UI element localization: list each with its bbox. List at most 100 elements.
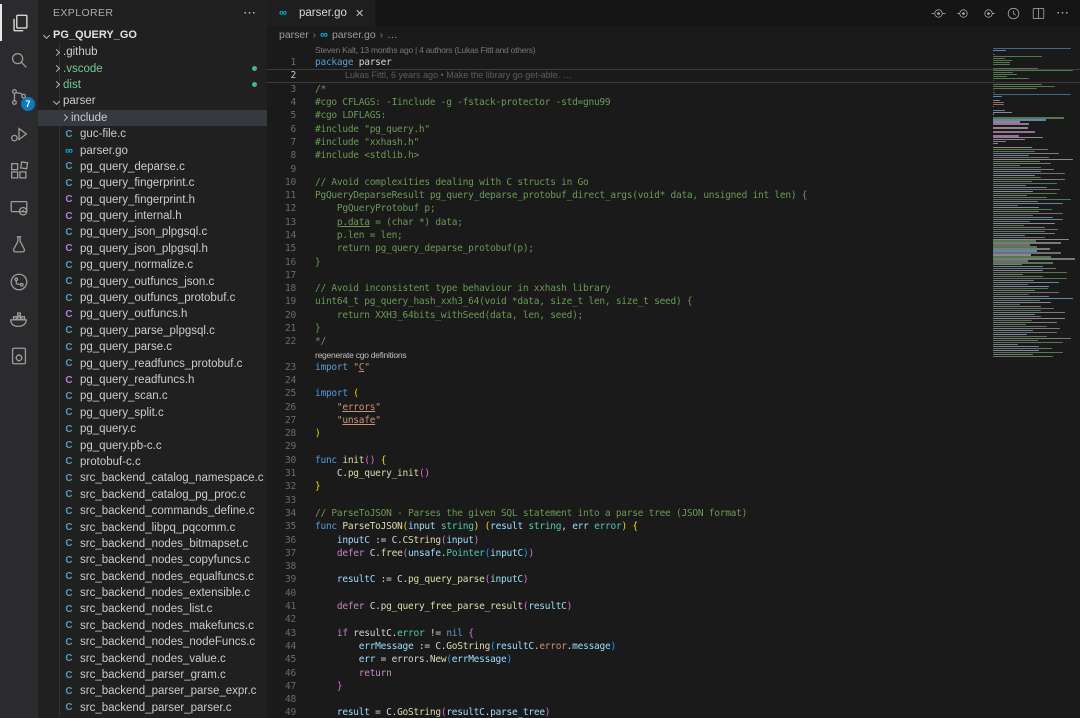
codelens-cgo[interactable]: regenerate cgo definitions — [267, 349, 1080, 361]
open-changes-prev-icon[interactable] — [931, 6, 946, 21]
tree-file-pg_query_outfuncs.h[interactable]: Cpg_query_outfuncs.h — [38, 306, 267, 322]
code-line-7[interactable]: 7#include "xxhash.h" — [267, 136, 1080, 149]
code-line-42[interactable]: 42 — [267, 613, 1080, 626]
tree-file-src_backend_catalog_namespace.c[interactable]: Csrc_backend_catalog_namespace.c — [38, 470, 267, 486]
tree-folder-.vscode[interactable]: .vscode — [38, 60, 267, 76]
tree-file-src_backend_nodes_bitmapset.c[interactable]: Csrc_backend_nodes_bitmapset.c — [38, 536, 267, 552]
tree-file-src_backend_parser_parse_expr.c[interactable]: Csrc_backend_parser_parse_expr.c — [38, 683, 267, 699]
tree-file-src_backend_commands_define.c[interactable]: Csrc_backend_commands_define.c — [38, 503, 267, 519]
code-line-20[interactable]: 20 return XXH3_64bits_withSeed(data, len… — [267, 309, 1080, 322]
settings-file-icon[interactable] — [0, 337, 38, 374]
tree-file-pg_query_outfuncs_protobuf.c[interactable]: Cpg_query_outfuncs_protobuf.c — [38, 290, 267, 306]
tree-file-src_backend_parser_gram.c[interactable]: Csrc_backend_parser_gram.c — [38, 667, 267, 683]
tree-file-src_backend_nodes_nodeFuncs.c[interactable]: Csrc_backend_nodes_nodeFuncs.c — [38, 634, 267, 650]
code-line-32[interactable]: 32} — [267, 480, 1080, 493]
tree-file-pg_query_fingerprint.h[interactable]: Cpg_query_fingerprint.h — [38, 192, 267, 208]
code-line-25[interactable]: 25import ( — [267, 387, 1080, 400]
code-line-14[interactable]: 14 p.len = len; — [267, 229, 1080, 242]
tree-file-src_backend_nodes_list.c[interactable]: Csrc_backend_nodes_list.c — [38, 601, 267, 617]
tree-file-pg_query.pb-c.c[interactable]: Cpg_query.pb-c.c — [38, 437, 267, 453]
code-line-37[interactable]: 37 defer C.free(unsafe.Pointer(inputC)) — [267, 547, 1080, 560]
project-root-folder[interactable]: PG_QUERY_GO — [38, 26, 267, 44]
tree-file-src_backend_nodes_makefuncs.c[interactable]: Csrc_backend_nodes_makefuncs.c — [38, 618, 267, 634]
code-line-44[interactable]: 44 errMessage := C.GoString(resultC.erro… — [267, 640, 1080, 653]
tree-file-pg_query_json_plpgsql.h[interactable]: Cpg_query_json_plpgsql.h — [38, 241, 267, 257]
tree-folder-.github[interactable]: .github — [38, 44, 267, 60]
code-line-19[interactable]: 19uint64_t pg_query_hash_xxh3_64(void *d… — [267, 295, 1080, 308]
code-line-33[interactable]: 33 — [267, 494, 1080, 507]
code-line-35[interactable]: 35func ParseToJSON(input string) (result… — [267, 520, 1080, 533]
source-control-icon[interactable]: 7 — [0, 78, 38, 115]
tree-file-pg_query_fingerprint.c[interactable]: Cpg_query_fingerprint.c — [38, 175, 267, 191]
code-line-13[interactable]: 13 p.data = (char *) data; — [267, 216, 1080, 229]
explorer-icon[interactable] — [0, 4, 38, 41]
testing-icon[interactable] — [0, 226, 38, 263]
tree-file-pg_query_split.c[interactable]: Cpg_query_split.c — [38, 405, 267, 421]
code-editor[interactable]: Steven Kalt, 13 months ago | 4 authors (… — [267, 44, 1080, 718]
code-line-16[interactable]: 16} — [267, 255, 1080, 268]
split-editor-icon[interactable] — [1031, 6, 1046, 21]
tree-file-pg_query_outfuncs_json.c[interactable]: Cpg_query_outfuncs_json.c — [38, 273, 267, 289]
code-line-41[interactable]: 41 defer C.pg_query_free_parse_result(re… — [267, 600, 1080, 613]
code-line-38[interactable]: 38 — [267, 560, 1080, 573]
tree-file-pg_query_readfuncs.h[interactable]: Cpg_query_readfuncs.h — [38, 372, 267, 388]
tree-file-src_backend_nodes_value.c[interactable]: Csrc_backend_nodes_value.c — [38, 650, 267, 666]
code-line-36[interactable]: 36 inputC := C.CString(input) — [267, 533, 1080, 546]
code-line-24[interactable]: 24 — [267, 374, 1080, 387]
code-line-31[interactable]: 31 C.pg_query_init() — [267, 467, 1080, 480]
minimap[interactable] — [993, 48, 1078, 718]
tree-file-src_backend_catalog_pg_proc.c[interactable]: Csrc_backend_catalog_pg_proc.c — [38, 487, 267, 503]
code-line-39[interactable]: 39 resultC := C.pg_query_parse(inputC) — [267, 573, 1080, 586]
code-line-40[interactable]: 40 — [267, 587, 1080, 600]
code-line-22[interactable]: 22*/ — [267, 335, 1080, 348]
code-line-1[interactable]: 1package parser — [267, 56, 1080, 69]
tree-file-pg_query_normalize.c[interactable]: Cpg_query_normalize.c — [38, 257, 267, 273]
tree-folder-dist[interactable]: dist — [38, 77, 267, 93]
code-line-43[interactable]: 43 if resultC.error != nil { — [267, 626, 1080, 639]
tree-file-pg_query_deparse.c[interactable]: Cpg_query_deparse.c — [38, 159, 267, 175]
git-graph-icon[interactable] — [0, 263, 38, 300]
codelens-blame[interactable]: Steven Kalt, 13 months ago | 4 authors (… — [267, 44, 1080, 56]
code-line-9[interactable]: 9 — [267, 162, 1080, 175]
code-line-48[interactable]: 48 — [267, 693, 1080, 706]
code-line-12[interactable]: 12 PgQueryProtobuf p; — [267, 202, 1080, 215]
tree-file-src_backend_libpq_pqcomm.c[interactable]: Csrc_backend_libpq_pqcomm.c — [38, 519, 267, 535]
tab-parser-go[interactable]: ∞ parser.go ✕ — [267, 0, 375, 26]
code-line-47[interactable]: 47 } — [267, 680, 1080, 693]
code-line-11[interactable]: 11PgQueryDeparseResult pg_query_deparse_… — [267, 189, 1080, 202]
tree-file-src_backend_parser_parser.c[interactable]: Csrc_backend_parser_parser.c — [38, 700, 267, 716]
tree-file-pg_query_readfuncs_protobuf.c[interactable]: Cpg_query_readfuncs_protobuf.c — [38, 355, 267, 371]
tree-file-pg_query_parse.c[interactable]: Cpg_query_parse.c — [38, 339, 267, 355]
tree-file-guc-file.c[interactable]: Cguc-file.c — [38, 126, 267, 142]
code-line-34[interactable]: 34// ParseToJSON - Parses the given SQL … — [267, 507, 1080, 520]
code-line-6[interactable]: 6#include "pg_query.h" — [267, 122, 1080, 135]
file-history-icon[interactable] — [1006, 6, 1021, 21]
code-line-29[interactable]: 29 — [267, 440, 1080, 453]
code-line-45[interactable]: 45 err = errors.New(errMessage) — [267, 653, 1080, 666]
editor-more-actions-icon[interactable]: ⋯ — [1056, 5, 1070, 21]
code-line-5[interactable]: 5#cgo LDFLAGS: — [267, 109, 1080, 122]
code-line-10[interactable]: 10// Avoid complexities dealing with C s… — [267, 176, 1080, 189]
tree-file-pg_query_parse_plpgsql.c[interactable]: Cpg_query_parse_plpgsql.c — [38, 323, 267, 339]
code-line-2[interactable]: 2Lukas Fittl, 6 years ago • Make the lib… — [267, 69, 1080, 82]
tree-file-protobuf-c.c[interactable]: Cprotobuf-c.c — [38, 454, 267, 470]
tree-file-src_backend_nodes_extensible.c[interactable]: Csrc_backend_nodes_extensible.c — [38, 585, 267, 601]
docker-icon[interactable] — [0, 300, 38, 337]
breadcrumb-folder[interactable]: parser — [279, 29, 309, 41]
tree-file-pg_query.c[interactable]: Cpg_query.c — [38, 421, 267, 437]
tree-folder-parser[interactable]: parser — [38, 93, 267, 109]
breadcrumb-file[interactable]: parser.go — [332, 29, 376, 41]
tree-folder-include[interactable]: include — [38, 110, 267, 126]
code-line-18[interactable]: 18// Avoid inconsistent type behaviour i… — [267, 282, 1080, 295]
remote-explorer-icon[interactable] — [0, 189, 38, 226]
tree-file-pg_query_json_plpgsql.c[interactable]: Cpg_query_json_plpgsql.c — [38, 224, 267, 240]
code-line-46[interactable]: 46 return — [267, 666, 1080, 679]
code-line-3[interactable]: 3/* — [267, 83, 1080, 96]
code-line-21[interactable]: 21} — [267, 322, 1080, 335]
run-and-debug-icon[interactable] — [0, 115, 38, 152]
code-line-49[interactable]: 49 result = C.GoString(resultC.parse_tre… — [267, 706, 1080, 718]
code-line-30[interactable]: 30func init() { — [267, 454, 1080, 467]
code-line-27[interactable]: 27 "unsafe" — [267, 414, 1080, 427]
open-changes-icon[interactable] — [956, 6, 971, 21]
code-line-4[interactable]: 4#cgo CFLAGS: -Iinclude -g -fstack-prote… — [267, 96, 1080, 109]
